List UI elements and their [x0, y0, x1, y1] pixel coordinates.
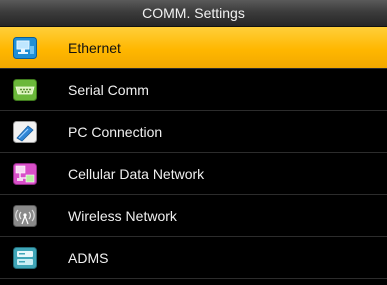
menu-item-label: Ethernet	[68, 39, 121, 56]
page-title: COMM. Settings	[0, 0, 387, 27]
menu-item-label: Cellular Data Network	[68, 165, 205, 182]
comm-settings-screen: COMM. Settings Ethernet Serial Comm PC C…	[0, 0, 387, 285]
menu-item-label: PC Connection	[68, 123, 163, 140]
cellular-network-icon	[13, 162, 37, 185]
menu-item-ethernet[interactable]: Ethernet	[0, 27, 387, 69]
menu-item-label: Serial Comm	[68, 81, 149, 98]
pc-connection-icon	[13, 120, 37, 143]
menu-item-label: Wireless Network	[68, 207, 177, 224]
settings-menu: Ethernet Serial Comm PC Connection Cellu…	[0, 27, 387, 279]
wireless-antenna-icon	[13, 204, 37, 227]
menu-item-label: ADMS	[68, 249, 109, 266]
menu-item-wireless-network[interactable]: Wireless Network	[0, 195, 387, 237]
menu-item-serial-comm[interactable]: Serial Comm	[0, 69, 387, 111]
menu-item-adms[interactable]: ADMS	[0, 237, 387, 279]
menu-item-cellular-data-network[interactable]: Cellular Data Network	[0, 153, 387, 195]
serial-port-icon	[13, 78, 37, 101]
adms-server-icon	[13, 246, 37, 269]
menu-item-pc-connection[interactable]: PC Connection	[0, 111, 387, 153]
ethernet-icon	[13, 36, 37, 59]
